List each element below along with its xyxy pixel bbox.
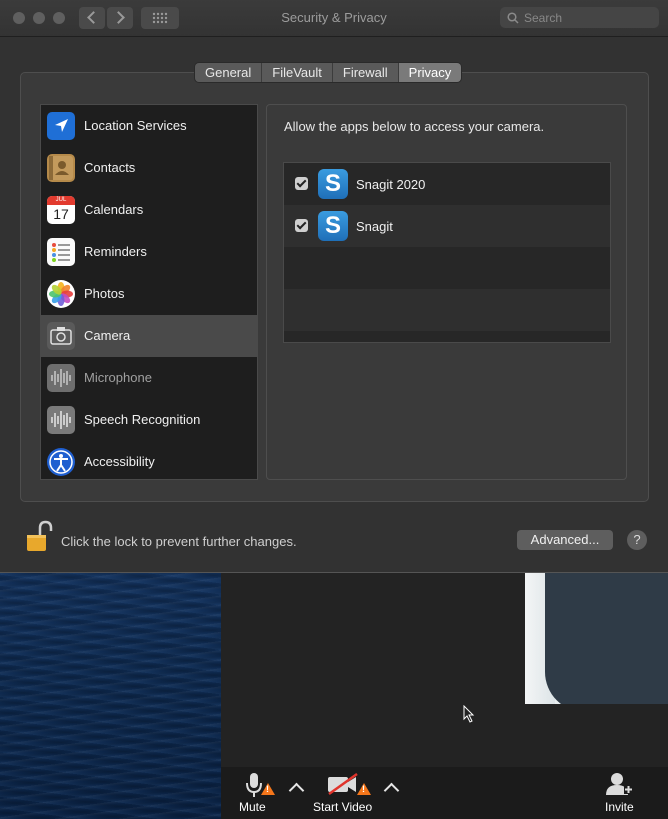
video-off-icon <box>328 773 358 795</box>
advanced-button[interactable]: Advanced... <box>517 530 613 550</box>
empty-row <box>284 289 610 331</box>
sidebar-item-accessibility[interactable]: Accessibility <box>41 441 257 483</box>
title-bar: Security & Privacy <box>0 0 668 37</box>
app-name: Snagit 2020 <box>356 177 426 192</box>
camera-icon <box>47 322 75 350</box>
snagit-checkbox[interactable] <box>295 219 308 232</box>
tab-filevault[interactable]: FileVault <box>262 63 333 82</box>
help-button[interactable]: ? <box>627 530 647 550</box>
tab-privacy[interactable]: Privacy <box>398 63 462 82</box>
search-input[interactable] <box>522 9 656 27</box>
sidebar-item-reminders[interactable]: Reminders <box>41 231 257 273</box>
invite-button[interactable]: Invite <box>599 769 643 817</box>
list-item[interactable]: S Snagit 2020 <box>284 163 610 205</box>
sidebar-item-photos[interactable]: Photos <box>41 273 257 315</box>
calendar-icon: JUL 17 <box>47 196 75 224</box>
ocean-background <box>0 572 221 819</box>
start-video-label: Start Video <box>313 800 373 814</box>
calendar-month: JUL <box>55 197 67 203</box>
search-field[interactable] <box>500 7 659 28</box>
microphone-waveform-icon <box>47 364 75 392</box>
tab-general[interactable]: General <box>195 63 263 82</box>
sidebar-item-label: Photos <box>84 286 125 301</box>
empty-row <box>284 247 610 289</box>
audio-options-caret-icon[interactable] <box>288 782 305 799</box>
speech-waveform-icon <box>47 406 75 434</box>
location-arrow-icon <box>47 112 75 140</box>
lock-instruction-text: Click the lock to prevent further change… <box>61 534 297 549</box>
mute-label: Mute <box>239 800 266 814</box>
list-item[interactable]: S Snagit <box>284 205 610 247</box>
snagit-icon: S <box>318 169 348 199</box>
sidebar-item-microphone[interactable]: Microphone <box>41 357 257 399</box>
participant-video-thumbnail[interactable] <box>525 572 668 704</box>
tab-firewall[interactable]: Firewall <box>332 63 399 82</box>
sidebar-item-speech-recognition[interactable]: Speech Recognition <box>41 399 257 441</box>
snagit-icon: S <box>318 211 348 241</box>
video-warning-icon <box>357 783 371 795</box>
mute-button[interactable]: Mute <box>233 769 283 817</box>
mute-warning-icon <box>261 783 275 795</box>
security-privacy-window: Security & Privacy General FileVault Fir… <box>0 0 668 573</box>
privacy-category-list: Location Services Contacts JUL 17 Calend… <box>40 104 258 480</box>
calendar-day: 17 <box>53 206 69 222</box>
video-options-caret-icon[interactable] <box>383 782 400 799</box>
mouse-cursor-icon <box>463 704 475 728</box>
sidebar-item-label: Accessibility <box>84 454 155 469</box>
search-icon <box>507 12 519 24</box>
photos-flower-icon <box>47 280 75 308</box>
sidebar-item-label: Camera <box>84 328 131 343</box>
sidebar-item-label: Calendars <box>84 202 144 217</box>
sidebar-item-calendars[interactable]: JUL 17 Calendars <box>41 189 257 231</box>
sidebar-item-label: Reminders <box>84 244 147 259</box>
camera-app-list: S Snagit 2020 S Snagit <box>283 162 611 343</box>
invite-label: Invite <box>605 800 634 814</box>
unlocked-padlock-icon <box>27 520 53 551</box>
sidebar-item-label: Contacts <box>84 160 136 175</box>
camera-access-description: Allow the apps below to access your came… <box>284 119 545 134</box>
sidebar-item-label: Microphone <box>84 370 152 385</box>
reminders-list-icon <box>47 238 75 266</box>
meeting-toolbar: Mute Start Video Invite <box>221 767 668 819</box>
sidebar-item-label: Location Services <box>84 118 187 133</box>
snagit-2020-checkbox[interactable] <box>295 177 308 190</box>
tab-bar: General FileVault Firewall Privacy <box>195 63 462 82</box>
sidebar-item-location-services[interactable]: Location Services <box>41 105 257 147</box>
invite-person-icon <box>606 773 633 795</box>
contacts-book-icon <box>47 154 75 182</box>
sidebar-item-contacts[interactable]: Contacts <box>41 147 257 189</box>
app-name: Snagit <box>356 219 393 234</box>
sidebar-item-camera[interactable]: Camera <box>41 315 257 357</box>
lock-button[interactable] <box>26 520 54 554</box>
sidebar-item-label: Speech Recognition <box>84 412 201 427</box>
accessibility-icon <box>47 448 75 476</box>
start-video-button[interactable]: Start Video <box>311 769 381 817</box>
